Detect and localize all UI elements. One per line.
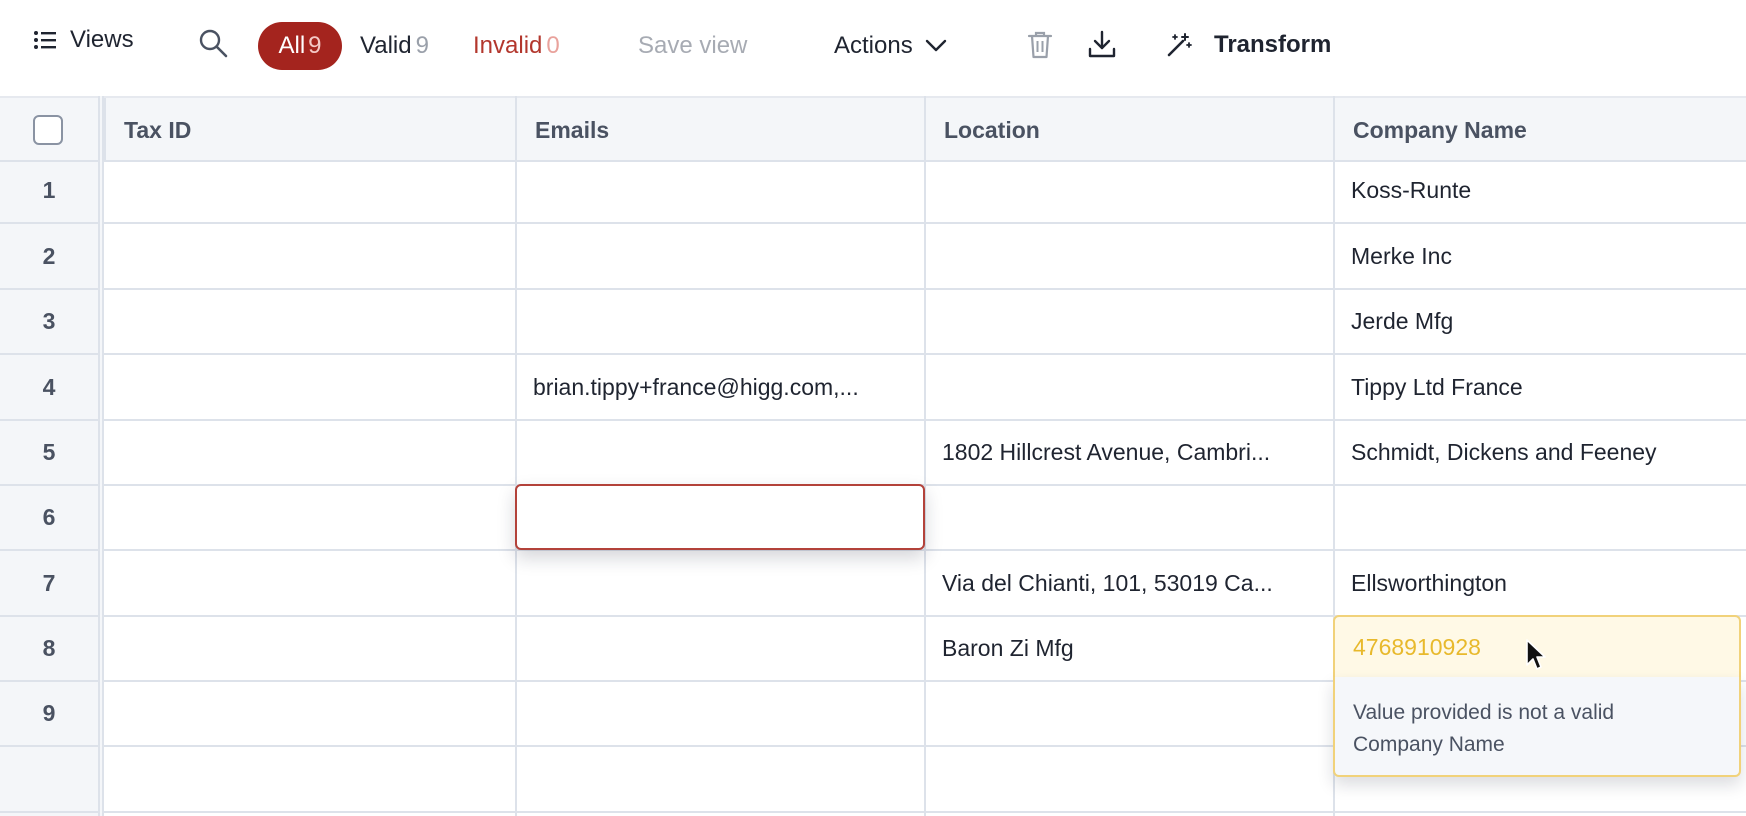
filter-invalid-tab[interactable]: Invalid 0 [473, 32, 560, 60]
column-header-tax-id[interactable]: Tax ID [104, 98, 515, 162]
cell-emails[interactable] [517, 486, 923, 548]
row-number: 5 [42, 439, 56, 465]
cell-emails[interactable] [515, 420, 924, 484]
save-view-button[interactable]: Save view [638, 32, 747, 60]
filter-invalid-label: Invalid [473, 32, 543, 59]
select-all-checkbox[interactable] [33, 115, 63, 145]
cell-tax-id[interactable] [104, 681, 515, 745]
cell-emails[interactable] [515, 681, 924, 745]
row-divider [0, 811, 1746, 813]
cell-emails[interactable] [515, 616, 924, 680]
filter-all-label: All [278, 32, 306, 59]
search-button[interactable] [198, 28, 228, 58]
actions-dropdown[interactable]: Actions [834, 32, 947, 60]
cell-location[interactable]: Baron Zi Mfg [924, 616, 1333, 680]
mouse-cursor-icon [1526, 639, 1546, 670]
delete-button[interactable] [1027, 30, 1053, 60]
filter-all-pill[interactable]: All 9 [258, 22, 342, 70]
actions-label: Actions [834, 32, 913, 59]
cell-location[interactable] [924, 681, 1333, 745]
row-number: 7 [42, 570, 56, 596]
row-number: 4 [42, 374, 56, 400]
cell-location[interactable]: 1802 Hillcrest Avenue, Cambri... [924, 420, 1333, 484]
filter-invalid-count: 0 [546, 32, 560, 59]
cell-tax-id[interactable] [104, 158, 515, 222]
transform-label: Transform [1214, 31, 1332, 58]
tooltip-line-2: Company Name [1353, 733, 1505, 756]
filter-valid-count: 9 [415, 32, 429, 59]
row-number: 3 [42, 308, 56, 334]
toolbar: Views All 9 Valid 9 Invalid 0 Save view … [0, 0, 1746, 94]
cell-emails[interactable] [515, 551, 924, 615]
cell-company-name[interactable]: Schmidt, Dickens and Feeney [1333, 420, 1746, 484]
cell-company-name[interactable]: Ellsworthington [1333, 551, 1746, 615]
transform-button[interactable]: Transform [1166, 31, 1331, 59]
filter-all-count: 9 [308, 32, 322, 59]
cell-tax-id[interactable] [104, 420, 515, 484]
row-number: 2 [42, 243, 56, 269]
validation-tooltip: Value provided is not a valid Company Na… [1333, 677, 1741, 777]
cell-location[interactable]: Via del Chianti, 101, 53019 Ca... [924, 551, 1333, 615]
table-header: Tax ID Emails Location Company Name [0, 96, 1746, 162]
cell-tax-id[interactable] [104, 355, 515, 419]
cell-emails[interactable]: brian.tippy+france@higg.com,... [515, 355, 924, 419]
cell-location[interactable] [924, 485, 1333, 549]
cell-company-name[interactable]: Jerde Mfg [1333, 289, 1746, 353]
filter-valid-label: Valid [360, 32, 412, 59]
cell-location[interactable] [924, 289, 1333, 353]
cell-emails[interactable] [515, 289, 924, 353]
magic-wand-icon [1167, 33, 1192, 57]
views-button[interactable]: Views [34, 26, 134, 54]
cell-company-name[interactable]: Merke Inc [1333, 224, 1746, 288]
column-header-company-name[interactable]: Company Name [1333, 98, 1746, 162]
trash-icon [1027, 31, 1053, 59]
cell-tax-id[interactable] [104, 485, 515, 549]
tooltip-line-1: Value provided is not a valid [1353, 701, 1615, 724]
row-number: 1 [42, 177, 56, 203]
cell-location[interactable] [924, 158, 1333, 222]
cell-tax-id[interactable] [104, 616, 515, 680]
search-icon [199, 29, 228, 58]
cell-company-name[interactable]: Koss-Runte [1333, 158, 1746, 222]
cell-company-name[interactable] [1333, 485, 1746, 549]
cell-tax-id[interactable] [104, 224, 515, 288]
cell-tax-id[interactable] [104, 289, 515, 353]
cell-location[interactable] [924, 355, 1333, 419]
active-cell-editor[interactable] [515, 484, 925, 550]
row-number: 6 [42, 504, 56, 530]
cell-emails[interactable] [515, 224, 924, 288]
filter-valid-tab[interactable]: Valid 9 [360, 32, 429, 60]
download-button[interactable] [1088, 30, 1116, 58]
row-number: 9 [42, 700, 56, 726]
row-number: 8 [42, 635, 56, 661]
download-icon [1088, 30, 1116, 58]
cell-emails[interactable] [515, 158, 924, 222]
cell-company-name[interactable]: Tippy Ltd France [1333, 355, 1746, 419]
column-header-location[interactable]: Location [924, 98, 1333, 162]
cell-location[interactable] [924, 224, 1333, 288]
views-label: Views [70, 26, 134, 53]
list-icon [34, 31, 56, 49]
cell-tax-id[interactable] [104, 551, 515, 615]
column-header-emails[interactable]: Emails [515, 98, 924, 162]
chevron-down-icon [925, 39, 946, 52]
